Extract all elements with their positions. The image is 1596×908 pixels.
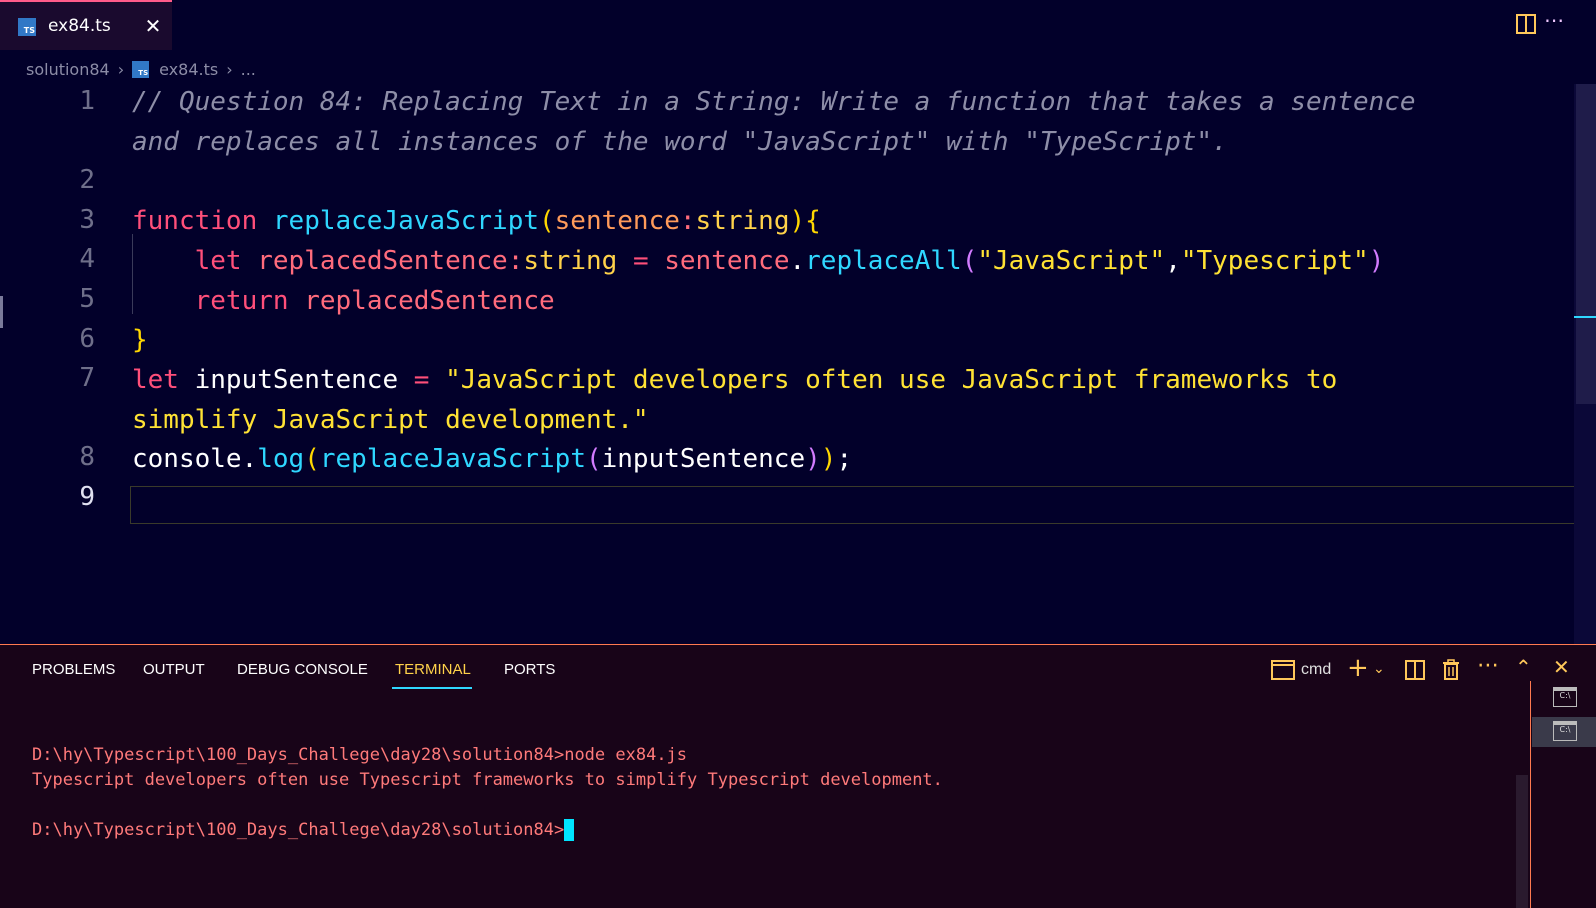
line-number-active: 9 [79, 482, 95, 512]
code-line-4: let replacedSentence:string = sentence.r… [194, 246, 1385, 276]
terminal-scrollbar[interactable] [1516, 775, 1528, 908]
line-number: 2 [79, 165, 95, 195]
code-line-5: return replacedSentence [194, 286, 555, 316]
line-number: 1 [79, 86, 95, 116]
chevron-right-icon: › [117, 59, 125, 79]
tab-terminal[interactable]: TERMINAL [395, 661, 471, 678]
trash-icon[interactable] [1442, 659, 1460, 680]
line-number: 6 [79, 324, 95, 354]
tab-label: ex84.ts [48, 16, 111, 36]
terminal-prompt[interactable]: D:\hy\Typescript\100_Days_Challege\day28… [32, 819, 575, 841]
more-actions-icon[interactable]: ⋯ [1477, 653, 1499, 678]
editor-tab-ex84[interactable]: TS ex84.ts ✕ [0, 0, 172, 50]
terminal-cursor [564, 819, 575, 841]
typescript-file-icon: TS [132, 60, 150, 78]
more-actions-icon[interactable]: ⋯ [1544, 8, 1565, 32]
typescript-file-icon: TS [18, 18, 36, 36]
tab-output[interactable]: OUTPUT [143, 661, 205, 678]
breadcrumb: solution84 › TS ex84.ts › ... [26, 58, 256, 80]
chevron-right-icon: › [226, 59, 233, 79]
code-line-1: // Question 84: Replacing Text in a Stri… [132, 87, 1416, 117]
close-panel-icon[interactable]: ✕ [1553, 655, 1570, 679]
close-icon[interactable]: ✕ [143, 14, 163, 38]
code-line-7-wrap: simplify JavaScript development." [132, 405, 649, 435]
active-tab-indicator [392, 687, 472, 689]
new-terminal-icon[interactable]: + [1347, 653, 1369, 683]
line-number: 4 [79, 244, 95, 274]
split-terminal-icon[interactable] [1405, 660, 1425, 680]
terminal-instance-icon[interactable]: C:\ [1553, 687, 1577, 707]
terminal-shell-name[interactable]: cmd [1301, 661, 1331, 679]
code-line-1-wrap: and replaces all instances of the word "… [132, 127, 1228, 157]
terminal-line: Typescript developers often use Typescri… [32, 770, 943, 790]
terminal-instance-icon[interactable]: C:\ [1553, 721, 1577, 741]
code-line-6: } [132, 325, 148, 355]
chevron-down-icon[interactable]: ⌄ [1373, 661, 1385, 677]
breadcrumb-more[interactable]: ... [241, 60, 256, 79]
scrollbar-cursor-marker [1574, 316, 1596, 318]
code-line-7: let inputSentence = "JavaScript develope… [132, 365, 1338, 395]
breadcrumb-folder[interactable]: solution84 [26, 60, 110, 79]
line-number: 8 [79, 442, 95, 472]
split-editor-icon[interactable] [1516, 14, 1536, 34]
breadcrumb-file[interactable]: ex84.ts [159, 60, 218, 79]
tab-bar: TS ex84.ts ✕ ⋯ [0, 0, 1596, 52]
editor-scrollbar-thumb[interactable] [1576, 84, 1596, 404]
code-line-8: console.log(replaceJavaScript(inputSente… [132, 444, 853, 474]
code-editor[interactable]: 1 2 3 4 5 6 7 8 9 // Question 84: Replac… [0, 84, 1596, 644]
line-number: 3 [79, 205, 95, 235]
line-number: 7 [79, 363, 95, 393]
terminal-icon [1271, 660, 1295, 680]
code-line-3: function replaceJavaScript(sentence:stri… [132, 206, 821, 236]
bottom-panel: PROBLEMS OUTPUT DEBUG CONSOLE TERMINAL P… [0, 644, 1596, 908]
terminal-list: C:\ C:\ [1530, 681, 1596, 908]
tab-problems[interactable]: PROBLEMS [32, 661, 115, 678]
current-line-highlight [130, 486, 1592, 524]
maximize-panel-icon[interactable]: ⌃ [1515, 655, 1532, 679]
tab-debug-console[interactable]: DEBUG CONSOLE [237, 661, 368, 678]
tab-ports[interactable]: PORTS [504, 661, 555, 678]
terminal-line: D:\hy\Typescript\100_Days_Challege\day28… [32, 745, 688, 765]
line-number: 5 [79, 284, 95, 314]
